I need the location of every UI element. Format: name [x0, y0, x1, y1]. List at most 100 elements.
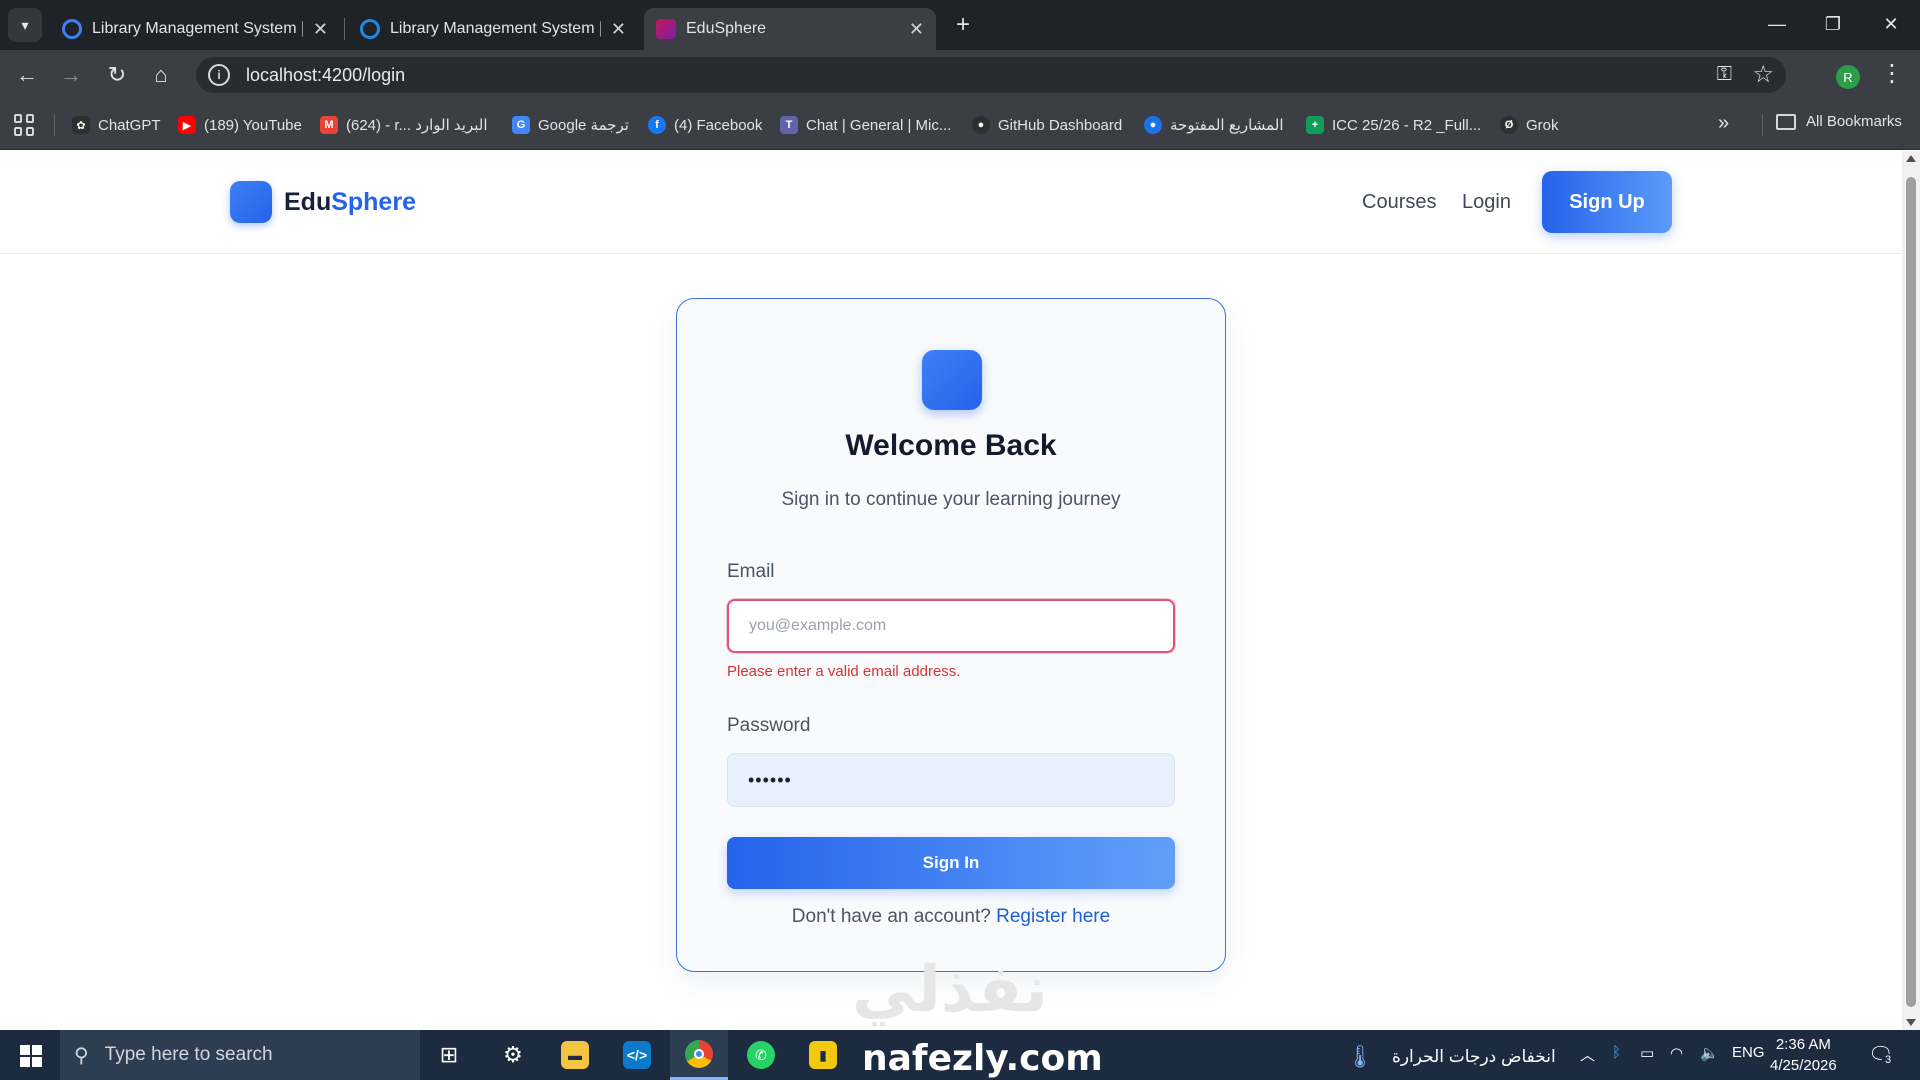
- signup-button[interactable]: Sign Up: [1542, 171, 1672, 233]
- tab-favicon-icon: [62, 19, 82, 39]
- register-prompt-text: Don't have an account?: [791, 906, 991, 927]
- file-explorer-icon[interactable]: ▬: [546, 1030, 604, 1080]
- tab-favicon-icon: [360, 19, 380, 39]
- clock-date: 4/25/2026: [1770, 1057, 1837, 1074]
- bookmark-teams[interactable]: T Chat | General | Mic...: [780, 113, 951, 137]
- brand-name-part1: Edu: [284, 187, 332, 216]
- tab-library-1[interactable]: Library Management System | ... ✕: [50, 8, 340, 50]
- bookmark-label: Chat | General | Mic...: [806, 116, 952, 134]
- bookmark-facebook[interactable]: f (4) Facebook: [648, 113, 762, 137]
- email-error-message: Please enter a valid email address.: [727, 663, 961, 680]
- browser-menu-icon[interactable]: ⋮: [1880, 62, 1904, 86]
- tab-library-2[interactable]: Library Management System | ... ✕: [348, 8, 638, 50]
- brand-name-part2: Sphere: [331, 187, 416, 216]
- bookmark-label: (189) YouTube: [204, 116, 302, 134]
- watermark-arabic: نفذلي: [852, 953, 1048, 1027]
- minimize-icon[interactable]: ―: [1754, 6, 1800, 42]
- vscode-icon[interactable]: </>: [608, 1030, 666, 1080]
- tab-search-button[interactable]: ▾: [8, 8, 42, 42]
- taskbar-search-input[interactable]: ⚲ Type here to search: [60, 1030, 420, 1080]
- scroll-up-arrow-icon[interactable]: [1906, 155, 1916, 162]
- all-bookmarks-label: All Bookmarks: [1806, 113, 1902, 130]
- scroll-thumb[interactable]: [1906, 177, 1916, 1007]
- bookmark-google-translate[interactable]: G Google ترجمة: [512, 113, 629, 137]
- bookmark-youtube[interactable]: ▶ (189) YouTube: [178, 113, 302, 137]
- task-view-icon[interactable]: ⊞: [420, 1030, 478, 1080]
- reload-icon[interactable]: ↻: [100, 58, 134, 92]
- windows-start-icon[interactable]: [20, 1045, 42, 1067]
- whatsapp-icon[interactable]: ✆: [732, 1030, 790, 1080]
- tab-title: EduSphere: [686, 20, 767, 37]
- restore-icon[interactable]: ❐: [1810, 6, 1856, 42]
- site-info-icon[interactable]: i: [208, 64, 230, 86]
- tab-title: Library Management System | ...: [92, 20, 303, 37]
- close-icon[interactable]: ✕: [611, 19, 626, 40]
- notifications-icon[interactable]: 🗨 3: [1868, 1042, 1895, 1067]
- search-icon: ⚲: [74, 1044, 89, 1067]
- login-subtitle: Sign in to continue your learning journe…: [781, 489, 1121, 510]
- home-icon[interactable]: ⌂: [144, 58, 178, 92]
- nav-login-link[interactable]: Login: [1462, 191, 1511, 214]
- chevron-double-right-icon[interactable]: »: [1718, 112, 1729, 135]
- grok-icon: Ø: [1500, 116, 1518, 134]
- folder-icon: [1776, 113, 1796, 130]
- tab-edusphere[interactable]: EduSphere ✕: [644, 8, 936, 50]
- taskbar-clock[interactable]: 2:36 AM 4/25/2026: [1770, 1034, 1837, 1076]
- password-key-icon[interactable]: ⚿: [1717, 63, 1732, 86]
- bookmark-chatgpt[interactable]: ✿ ChatGPT: [72, 113, 161, 137]
- url-text[interactable]: localhost:4200/login: [246, 65, 405, 86]
- bookmark-open-projects[interactable]: ● المشاريع المفتوحة: [1144, 113, 1284, 137]
- address-bar[interactable]: i localhost:4200/login ⚿ ☆: [196, 57, 1786, 93]
- new-tab-button[interactable]: +: [948, 10, 978, 40]
- profile-avatar[interactable]: R: [1836, 65, 1860, 89]
- password-label: Password: [727, 715, 811, 736]
- brand-logo-link[interactable]: EduSphere: [230, 181, 416, 223]
- bookmark-star-icon[interactable]: ☆: [1752, 60, 1774, 89]
- battery-icon[interactable]: ▭: [1640, 1044, 1654, 1062]
- chevron-up-icon[interactable]: ︿: [1580, 1044, 1595, 1065]
- taskbar-search-placeholder: Type here to search: [104, 1044, 273, 1065]
- close-icon[interactable]: ✕: [313, 19, 328, 40]
- youtube-icon: ▶: [178, 116, 196, 134]
- settings-gear-icon[interactable]: ⚙: [484, 1030, 542, 1080]
- chrome-icon[interactable]: [670, 1030, 728, 1080]
- volume-icon[interactable]: 🔈: [1700, 1044, 1719, 1062]
- scroll-down-arrow-icon[interactable]: [1906, 1019, 1916, 1026]
- bookmark-label: ChatGPT: [98, 116, 161, 134]
- bookmark-gmail[interactable]: M (624) - r... البريد الوارد: [320, 113, 488, 137]
- bookmarks-divider: [54, 114, 55, 136]
- facebook-icon: f: [648, 116, 666, 134]
- nav-courses-link[interactable]: Courses: [1362, 191, 1436, 214]
- password-field[interactable]: ••••••: [727, 753, 1175, 807]
- notification-count-badge: 3: [1882, 1054, 1895, 1066]
- site-header: EduSphere Courses Login Sign Up: [0, 151, 1902, 254]
- bookmark-icc[interactable]: + ICC 25/26 - R2 _Full...: [1306, 113, 1481, 137]
- close-icon[interactable]: ✕: [909, 19, 924, 40]
- bluetooth-icon[interactable]: ᛒ: [1612, 1044, 1621, 1061]
- back-icon[interactable]: ←: [10, 58, 44, 92]
- logo-icon: [922, 350, 982, 410]
- email-label: Email: [727, 561, 775, 582]
- bookmark-grok[interactable]: Ø Grok: [1500, 113, 1559, 137]
- clock-time: 2:36 AM: [1775, 1036, 1831, 1053]
- bookmark-label: (624) - r... البريد الوارد: [346, 117, 488, 134]
- bookmark-github[interactable]: ● GitHub Dashboard: [972, 113, 1122, 137]
- sign-in-button[interactable]: Sign In: [727, 837, 1175, 889]
- bookmark-label: المشاريع المفتوحة: [1170, 117, 1284, 134]
- weather-widget[interactable]: 🌡 انخفاض درجات الحرارة: [1346, 1044, 1556, 1070]
- email-field[interactable]: you@example.com: [727, 599, 1175, 653]
- wifi-icon[interactable]: ◠: [1670, 1044, 1683, 1062]
- all-bookmarks-button[interactable]: All Bookmarks: [1776, 113, 1902, 130]
- bookmark-label: ICC 25/26 - R2 _Full...: [1332, 116, 1482, 134]
- page-scrollbar[interactable]: [1902, 151, 1920, 1030]
- window-close-icon[interactable]: ✕: [1868, 6, 1914, 42]
- register-link[interactable]: Register here: [996, 906, 1110, 927]
- language-indicator[interactable]: ENG: [1732, 1044, 1765, 1061]
- page-viewport: EduSphere Courses Login Sign Up Welcome …: [0, 151, 1902, 1030]
- bookmark-label: Google ترجمة: [538, 117, 629, 134]
- forward-icon[interactable]: →: [54, 58, 88, 92]
- bookmarks-bar: ✿ ChatGPT ▶ (189) YouTube M (624) - r...…: [0, 100, 1920, 150]
- bookmarks-divider: [1762, 114, 1763, 136]
- power-bi-icon[interactable]: ▮: [794, 1030, 852, 1080]
- apps-grid-icon[interactable]: [14, 114, 36, 136]
